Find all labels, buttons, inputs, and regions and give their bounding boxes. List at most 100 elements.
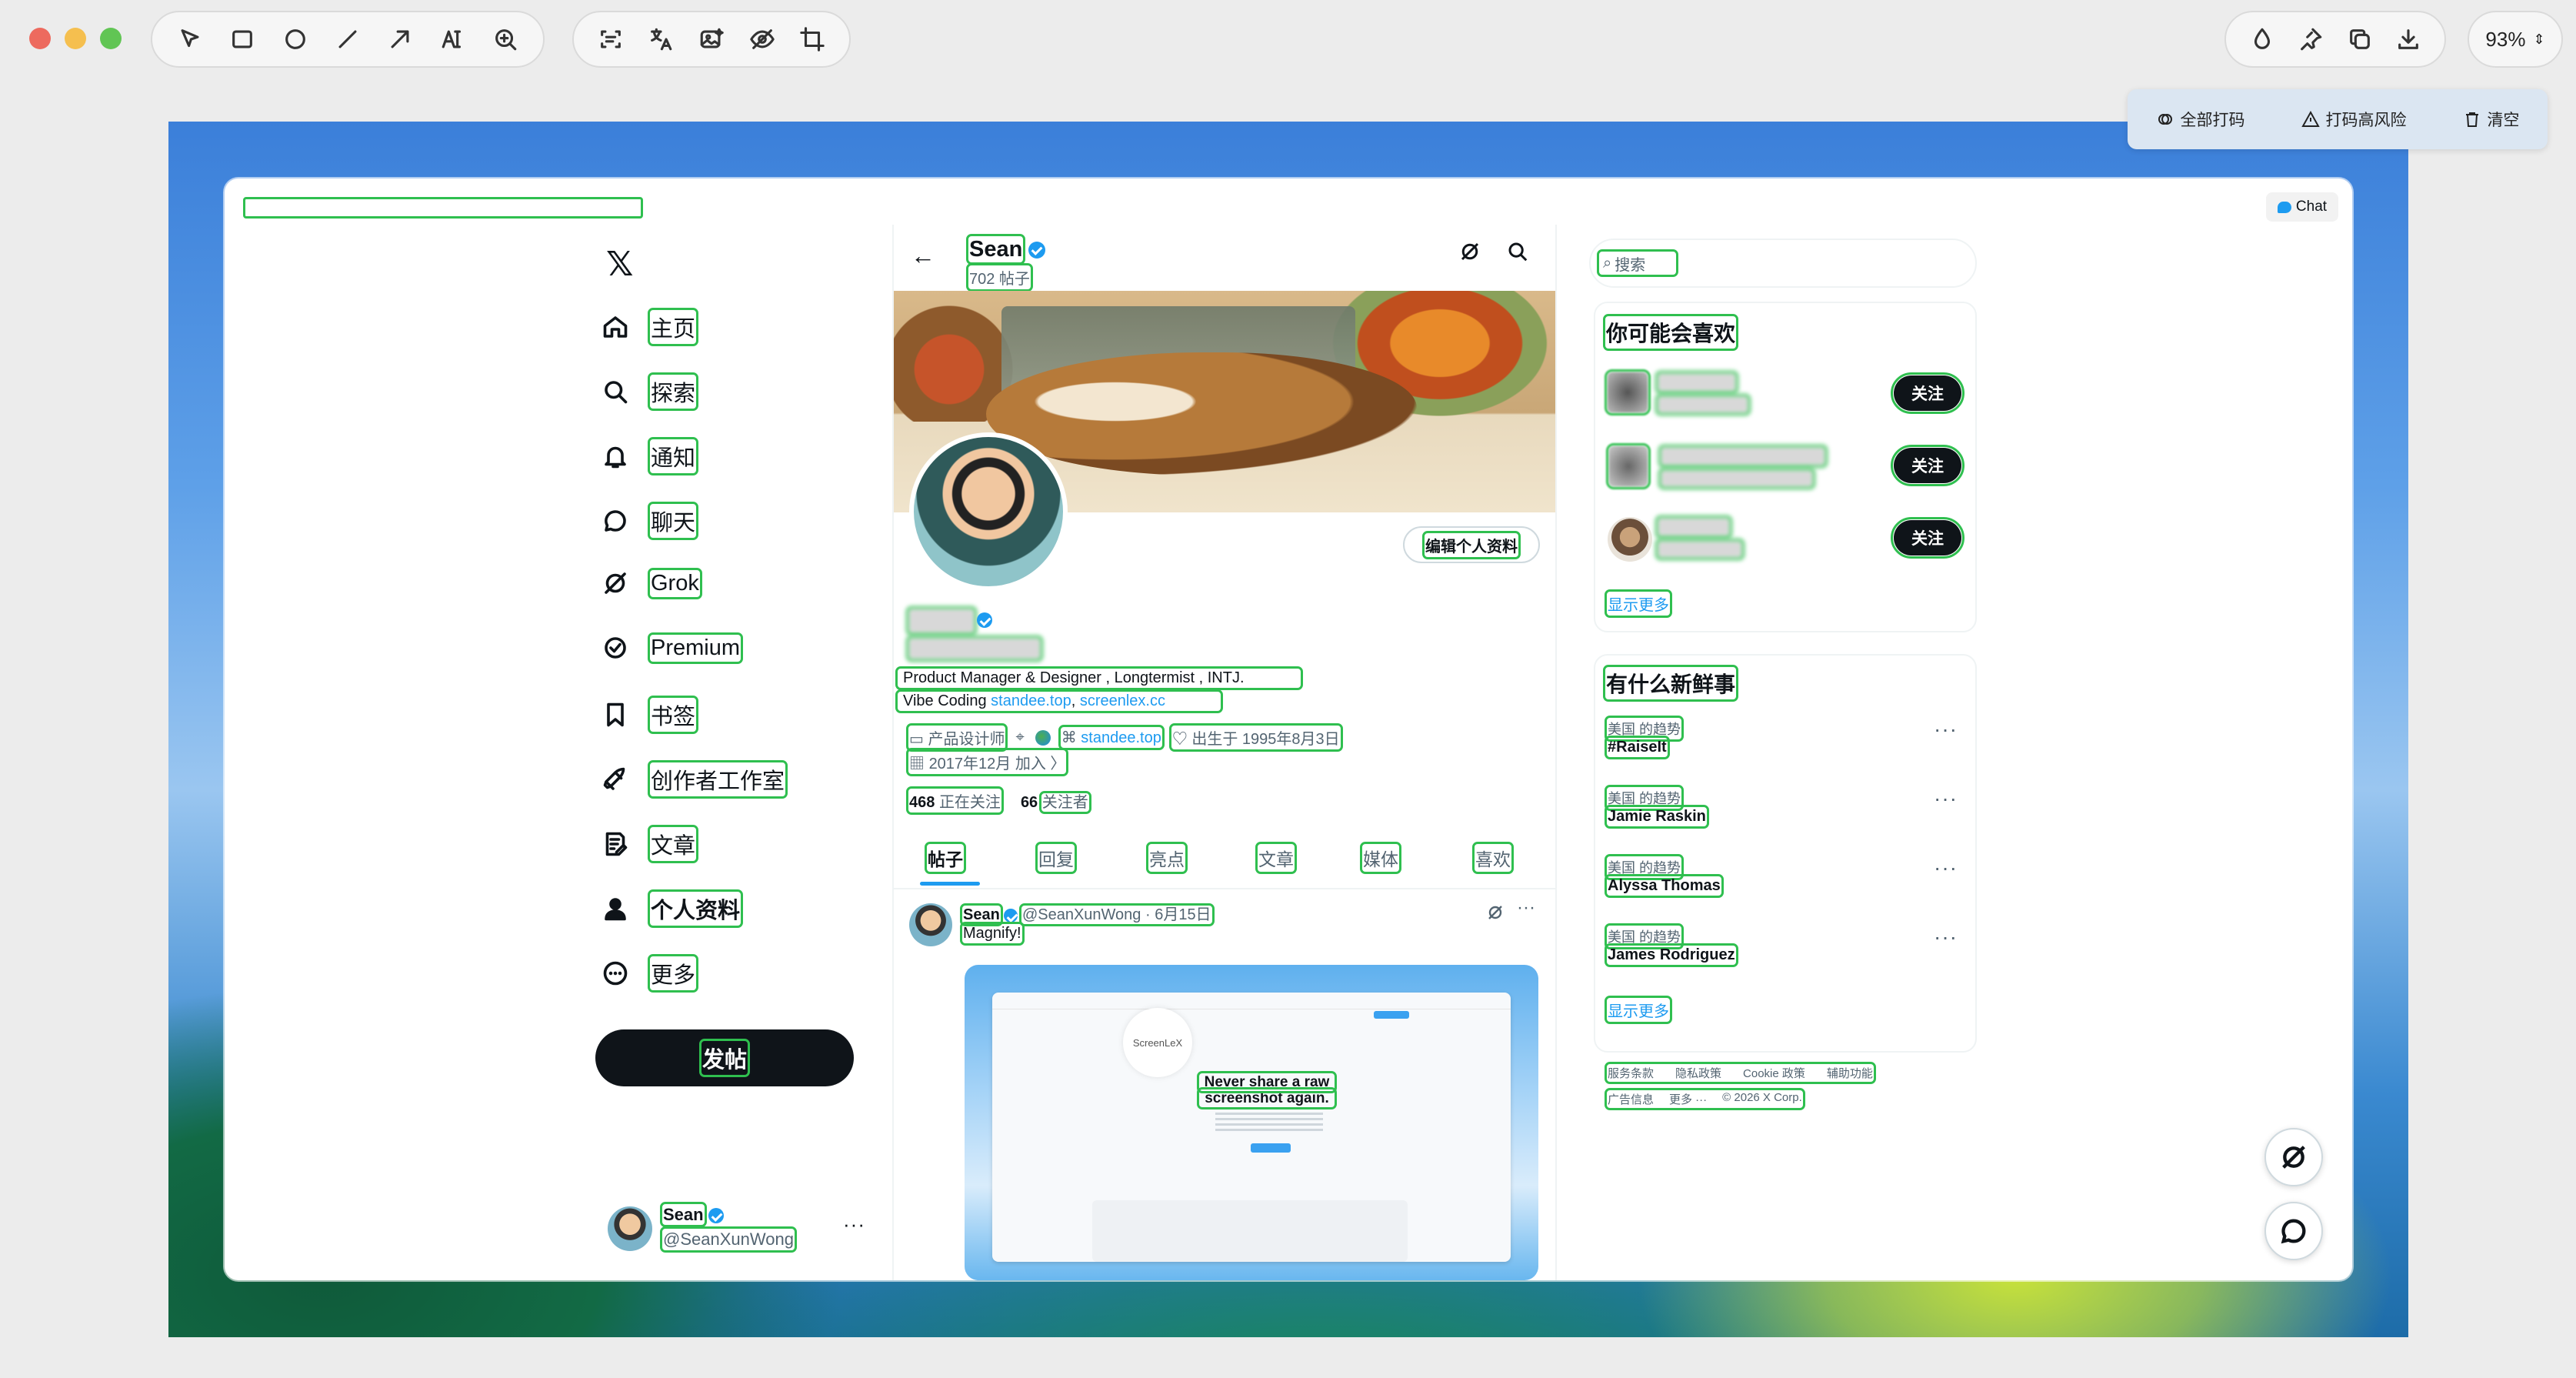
nav-grok[interactable]: Grok: [602, 567, 702, 599]
post-author[interactable]: Sean: [960, 903, 1003, 926]
zoom-value: 93%: [2485, 27, 2526, 51]
post-button[interactable]: 发帖: [595, 1029, 854, 1086]
footer-link[interactable]: 广告信息: [1608, 1091, 1654, 1107]
clear-button[interactable]: 清空: [2463, 108, 2520, 131]
bio-link[interactable]: standee.top: [991, 692, 1071, 709]
footer-link[interactable]: 隐私政策: [1675, 1065, 1721, 1081]
ocr-icon[interactable]: [594, 20, 628, 58]
download-icon[interactable]: [2393, 20, 2425, 58]
mask-all-button[interactable]: 全部打码: [2156, 108, 2245, 131]
tab-active-indicator: [920, 882, 980, 886]
copy-icon[interactable]: [2344, 20, 2376, 58]
nav-profile[interactable]: 个人资料: [602, 889, 744, 928]
mask-icon: [2158, 114, 2172, 125]
follow-button[interactable]: 关注: [1891, 517, 1964, 559]
pin-icon[interactable]: [2295, 20, 2328, 58]
tab-media[interactable]: 媒体: [1360, 842, 1401, 874]
trend-name[interactable]: #RaiseIt: [1605, 736, 1670, 759]
suggest-avatar[interactable]: [1606, 443, 1651, 489]
more-dots-icon[interactable]: ···: [1934, 856, 1958, 880]
rectangle-tool-icon[interactable]: [225, 20, 260, 58]
zoom-select[interactable]: 93% ⇕: [2468, 11, 2563, 68]
website-item[interactable]: ⌘ standee.top: [1058, 725, 1165, 750]
profile-header-name: Sean: [965, 234, 1026, 265]
tab-replies[interactable]: 回复: [1035, 842, 1077, 874]
translate-icon[interactable]: [645, 20, 678, 58]
suggest-avatar[interactable]: [1605, 369, 1651, 415]
address-bar[interactable]: [243, 197, 643, 219]
image-bottom-panel: [1092, 1200, 1408, 1262]
tab-articles[interactable]: 文章: [1255, 842, 1297, 874]
nav-bookmarks[interactable]: 书签: [602, 696, 699, 734]
search-field[interactable]: ⌕ 搜索: [1597, 249, 1678, 277]
select-tool-icon[interactable]: [172, 20, 208, 58]
footer-link[interactable]: 辅助功能: [1827, 1065, 1873, 1081]
nav-articles[interactable]: 文章: [602, 825, 699, 863]
joined-item[interactable]: ▦ 2017年12月 加入 〉: [905, 748, 1069, 776]
x-logo-icon[interactable]: 𝕏: [606, 245, 633, 284]
line-tool-icon[interactable]: [330, 20, 365, 58]
nav-home[interactable]: 主页: [602, 308, 699, 346]
website-link[interactable]: standee.top: [1081, 729, 1161, 746]
nav-explore[interactable]: 探索: [602, 372, 699, 411]
search-box[interactable]: ⌕ 搜索: [1589, 239, 1977, 288]
tab-likes[interactable]: 喜欢: [1472, 842, 1514, 874]
suggest-name: [1658, 445, 1828, 468]
edit-profile-button[interactable]: 编辑个人资料: [1403, 526, 1540, 563]
crop-icon[interactable]: [795, 20, 829, 58]
tab-posts[interactable]: 帖子: [925, 842, 966, 874]
more-dots-icon[interactable]: ···: [843, 1213, 865, 1236]
profile-avatar[interactable]: [909, 432, 1068, 591]
close-window-button[interactable]: [29, 28, 51, 49]
bio-link[interactable]: screenlex.cc: [1080, 692, 1165, 709]
hide-sensitive-icon[interactable]: [745, 20, 779, 58]
suggest-handle: [1655, 539, 1745, 560]
zoom-window-button[interactable]: [100, 28, 122, 49]
trend-name[interactable]: Alyssa Thomas: [1605, 874, 1724, 898]
grok-icon: [605, 572, 626, 594]
grok-icon[interactable]: [1458, 240, 1486, 268]
verified-badge-icon: [977, 612, 992, 628]
back-arrow-icon[interactable]: ←: [911, 242, 935, 270]
nav-premium[interactable]: Premium: [602, 632, 744, 664]
color-drop-icon[interactable]: [2246, 20, 2278, 58]
nav-more[interactable]: 更多: [602, 954, 699, 993]
follow-button[interactable]: 关注: [1891, 372, 1964, 414]
magnify-tool-icon[interactable]: [488, 20, 523, 58]
followers-count[interactable]: 66 关注者: [1021, 789, 1091, 814]
nav-creator-studio[interactable]: 创作者工作室: [602, 760, 788, 799]
more-dots-icon[interactable]: ···: [1934, 786, 1958, 811]
post-image[interactable]: ScreenLeX Never share a raw screenshot a…: [965, 965, 1538, 1280]
nav-notifications[interactable]: 通知: [602, 437, 699, 475]
banner-cat: [986, 352, 1417, 475]
chat-button[interactable]: Chat: [2266, 192, 2338, 222]
post-avatar[interactable]: [909, 903, 952, 946]
text-tool-icon[interactable]: [435, 20, 470, 58]
tab-highlights[interactable]: 亮点: [1146, 842, 1188, 874]
footer-link[interactable]: Cookie 政策: [1743, 1065, 1805, 1081]
more-dots-icon[interactable]: ···: [1934, 717, 1958, 742]
search-icon[interactable]: [1506, 240, 1534, 268]
footer-link[interactable]: 更多 ···: [1669, 1091, 1707, 1107]
trend-name[interactable]: James Rodriguez: [1605, 943, 1738, 967]
trends-show-more-link[interactable]: 显示更多: [1605, 996, 1672, 1024]
post-text: Magnify!: [960, 922, 1025, 946]
more-dots-icon[interactable]: ···: [1934, 925, 1958, 949]
footer-link[interactable]: 服务条款: [1608, 1065, 1654, 1081]
nav-chat[interactable]: 聊天: [602, 502, 699, 540]
mask-risk-button[interactable]: 打码高风险: [2301, 108, 2407, 131]
show-more-link[interactable]: 显示更多: [1605, 589, 1672, 618]
following-count[interactable]: 468 正在关注: [906, 786, 1004, 815]
follow-button[interactable]: 关注: [1891, 445, 1964, 486]
chat-float-button[interactable]: [2264, 1202, 2323, 1260]
image-ai-icon[interactable]: [695, 20, 728, 58]
trend-name[interactable]: Jamie Raskin: [1605, 805, 1709, 829]
minimize-window-button[interactable]: [65, 28, 86, 49]
account-switcher[interactable]: Sean @SeanXunWong ···: [608, 1202, 869, 1256]
grok-float-button[interactable]: [2264, 1128, 2323, 1186]
grok-icon[interactable]: [1486, 903, 1509, 926]
more-dots-icon[interactable]: ···: [1517, 897, 1535, 919]
suggest-avatar[interactable]: [1608, 517, 1652, 562]
arrow-tool-icon[interactable]: [382, 20, 418, 58]
ellipse-tool-icon[interactable]: [278, 20, 313, 58]
